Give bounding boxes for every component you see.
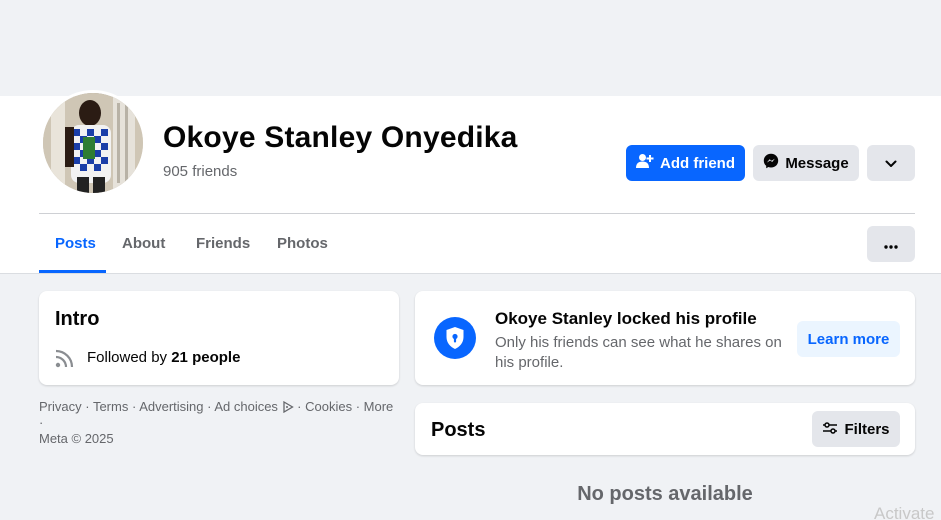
posts-card: Posts Filters <box>415 403 915 455</box>
add-friend-button[interactable]: Add friend <box>626 145 745 181</box>
message-label: Message <box>785 154 849 172</box>
tab-about[interactable]: About <box>122 235 165 252</box>
footer-privacy-link[interactable]: Privacy <box>39 399 82 414</box>
footer-copyright: Meta © 2025 <box>39 431 114 446</box>
tab-posts[interactable]: Posts <box>55 235 96 252</box>
locked-profile-text: Only his friends can see what he shares … <box>495 334 782 371</box>
followed-prefix: Followed by <box>87 349 172 366</box>
posts-title: Posts <box>431 419 486 441</box>
footer-advertising-link[interactable]: Advertising <box>139 399 203 414</box>
add-friend-label: Add friend <box>660 154 735 172</box>
filters-label: Filters <box>844 420 890 438</box>
message-button[interactable]: Message <box>753 145 859 181</box>
friends-count[interactable]: 905 friends <box>163 163 237 180</box>
chevron-down-icon <box>885 155 897 172</box>
avatar-image <box>43 93 143 193</box>
active-tab-indicator <box>39 270 106 273</box>
avatar[interactable] <box>40 90 146 196</box>
header-divider <box>39 213 915 214</box>
filters-icon <box>822 421 838 438</box>
locked-profile-card: Okoye Stanley locked his profile Only hi… <box>415 291 915 385</box>
locked-profile-title: Okoye Stanley locked his profile <box>495 309 757 328</box>
ad-choices-icon <box>282 399 294 414</box>
footer-separator: · <box>352 399 364 414</box>
footer-separator: · <box>39 415 44 430</box>
footer-more-link[interactable]: More <box>364 399 394 414</box>
footer-cookies-link[interactable]: Cookies <box>305 399 352 414</box>
footer-ad-choices-label: Ad choices <box>214 399 278 414</box>
tab-friends[interactable]: Friends <box>196 235 250 252</box>
footer-separator: · <box>128 399 140 414</box>
add-friend-icon <box>636 153 654 173</box>
footer-separator: · <box>81 399 93 414</box>
messenger-icon <box>763 153 779 173</box>
tab-photos[interactable]: Photos <box>277 235 328 252</box>
followed-count[interactable]: 21 people <box>171 349 240 366</box>
intro-title: Intro <box>55 308 100 330</box>
profile-name: Okoye Stanley Onyedika <box>163 121 518 154</box>
footer-terms-link[interactable]: Terms <box>93 399 128 414</box>
filters-button[interactable]: Filters <box>812 411 900 447</box>
profile-dropdown-button[interactable] <box>867 145 915 181</box>
no-posts-message: No posts available <box>577 483 753 505</box>
shield-lock-icon <box>434 317 476 364</box>
rss-icon <box>55 348 75 373</box>
intro-card: Intro Followed by 21 people <box>39 291 399 385</box>
learn-more-button[interactable]: Learn more <box>797 321 900 357</box>
followed-by-text: Followed by 21 people <box>87 349 240 366</box>
footer-separator: · <box>203 399 215 414</box>
more-options-button[interactable] <box>867 226 915 262</box>
footer-links: Privacy · Terms · Advertising · Ad choic… <box>39 399 401 447</box>
cover-photo[interactable] <box>7 0 941 96</box>
footer-separator: · <box>293 399 306 414</box>
activate-windows-watermark: Activate <box>874 504 935 520</box>
more-dots-icon <box>884 236 898 253</box>
footer-ad-choices-link[interactable]: Ad choices <box>214 399 294 414</box>
